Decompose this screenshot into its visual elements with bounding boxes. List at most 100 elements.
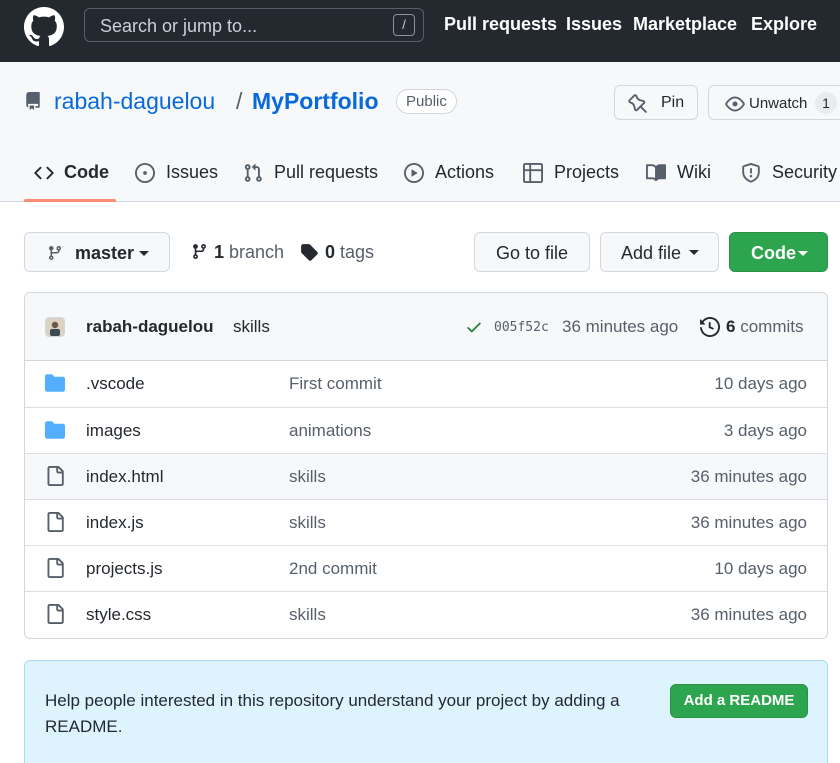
nav-explore[interactable]: Explore [751, 14, 817, 35]
tab-pull-requests-label: Pull requests [274, 162, 379, 182]
folder-icon [45, 374, 65, 392]
check-icon[interactable] [465, 318, 483, 336]
tab-projects-label: Projects [554, 162, 620, 182]
file-name-link[interactable]: index.js [86, 513, 144, 533]
tab-code-label: Code [64, 162, 109, 182]
file-commit-time: 3 days ago [723, 421, 807, 440]
unwatch-label: Unwatch [749, 95, 808, 112]
file-icon [47, 466, 64, 486]
tab-actions[interactable]: Actions [404, 162, 496, 186]
git-pull-request-icon [244, 163, 262, 182]
file-row[interactable]: images animations 3 days ago [25, 407, 827, 453]
git-branch-icon [48, 246, 61, 261]
book-icon [646, 164, 666, 182]
chevron-down-icon [798, 251, 808, 256]
repo-path-separator: / [236, 88, 243, 114]
file-commit-message[interactable]: skills [289, 467, 326, 487]
commit-author-link[interactable]: rabah-daguelou [86, 317, 214, 337]
git-branch-icon [193, 244, 206, 259]
commit-word: commits [740, 317, 804, 336]
add-file-button[interactable]: Add file [600, 232, 719, 272]
file-icon [47, 604, 64, 624]
code-button-label: Code [751, 243, 796, 263]
tag-icon [301, 244, 318, 261]
nav-pull-requests[interactable]: Pull requests [444, 14, 557, 35]
tab-code[interactable]: Code [34, 162, 110, 186]
repo-owner-link[interactable]: rabah-daguelou [54, 88, 215, 115]
commits-link[interactable]: 6 commits [726, 317, 803, 337]
search-shortcut-key: / [393, 14, 415, 36]
file-commit-message[interactable]: 2nd commit [289, 559, 377, 579]
file-commit-time: 10 days ago [714, 559, 807, 578]
watch-count: 1 [815, 92, 837, 114]
avatar-image [46, 318, 64, 336]
tab-pull-requests[interactable]: Pull requests [243, 162, 379, 186]
tab-issues-label: Issues [166, 162, 219, 182]
pin-icon [628, 94, 647, 113]
issue-opened-icon [135, 163, 155, 183]
nav-issues[interactable]: Issues [566, 14, 622, 35]
folder-icon [45, 421, 65, 439]
branch-word: branch [229, 242, 285, 262]
file-name-link[interactable]: index.html [86, 467, 163, 487]
file-name-link[interactable]: projects.js [86, 559, 163, 579]
commit-count: 6 [726, 317, 736, 336]
chevron-down-icon [139, 251, 149, 256]
tab-wiki-label: Wiki [677, 162, 711, 182]
play-icon [404, 163, 424, 183]
visibility-badge: Public [396, 89, 457, 114]
pin-label: Pin [661, 94, 685, 111]
tab-security[interactable]: Security [741, 162, 840, 186]
branch-name: master [75, 243, 135, 263]
file-row[interactable]: .vscode First commit 10 days ago [25, 361, 827, 407]
file-row[interactable]: index.js skills 36 minutes ago [25, 499, 827, 545]
file-icon [47, 558, 64, 578]
eye-icon [725, 96, 745, 112]
commit-message-link[interactable]: skills [233, 317, 270, 337]
tab-security-label: Security [772, 162, 838, 182]
avatar[interactable] [45, 317, 65, 337]
code-button[interactable]: Code [729, 232, 828, 272]
shield-icon [742, 163, 760, 183]
commit-sha-link[interactable]: 005f52c [494, 320, 549, 335]
pin-button[interactable]: Pin [614, 85, 698, 120]
chevron-down-icon [689, 250, 699, 255]
tab-wiki[interactable]: Wiki [646, 162, 714, 186]
file-name-link[interactable]: images [86, 421, 141, 441]
file-row[interactable]: projects.js 2nd commit 10 days ago [25, 545, 827, 591]
search-placeholder: Search or jump to... [100, 16, 258, 36]
file-name-link[interactable]: style.css [86, 605, 151, 625]
search-input[interactable]: Search or jump to... / [84, 8, 424, 42]
file-browser: rabah-daguelou skills 005f52c 36 minutes… [24, 292, 828, 639]
branch-count: 1 [214, 242, 225, 262]
file-commit-message[interactable]: skills [289, 513, 326, 533]
file-commit-time: 36 minutes ago [690, 513, 807, 532]
history-icon [700, 317, 720, 337]
go-to-file-label: Go to file [496, 243, 569, 263]
file-icon [47, 512, 64, 532]
file-commit-message[interactable]: skills [289, 605, 326, 625]
github-logo-icon[interactable] [24, 7, 64, 47]
file-commit-time: 36 minutes ago [690, 467, 807, 486]
go-to-file-button[interactable]: Go to file [474, 232, 590, 272]
commit-time: 36 minutes ago [562, 317, 679, 336]
repo-icon [26, 92, 40, 110]
unwatch-button[interactable]: Unwatch 1 [708, 85, 840, 120]
tab-projects[interactable]: Projects [523, 162, 619, 186]
selected-tab-indicator [24, 199, 116, 202]
add-readme-button[interactable]: Add a README [670, 684, 808, 718]
branch-select-button[interactable]: master [24, 232, 170, 272]
nav-marketplace[interactable]: Marketplace [633, 14, 737, 35]
repo-name-link[interactable]: MyPortfolio [252, 88, 379, 115]
file-commit-message[interactable]: First commit [289, 374, 382, 394]
file-name-link[interactable]: .vscode [86, 374, 145, 394]
file-commit-message[interactable]: animations [289, 421, 371, 441]
readme-prompt-text: Help people interested in this repositor… [45, 691, 620, 736]
table-icon [523, 163, 543, 183]
code-icon [34, 166, 54, 180]
file-row[interactable]: style.css skills 36 minutes ago [25, 591, 827, 637]
tab-issues[interactable]: Issues [135, 162, 219, 186]
file-commit-time: 36 minutes ago [690, 605, 807, 624]
add-file-label: Add file [621, 243, 682, 263]
file-row[interactable]: index.html skills 36 minutes ago [25, 453, 827, 499]
